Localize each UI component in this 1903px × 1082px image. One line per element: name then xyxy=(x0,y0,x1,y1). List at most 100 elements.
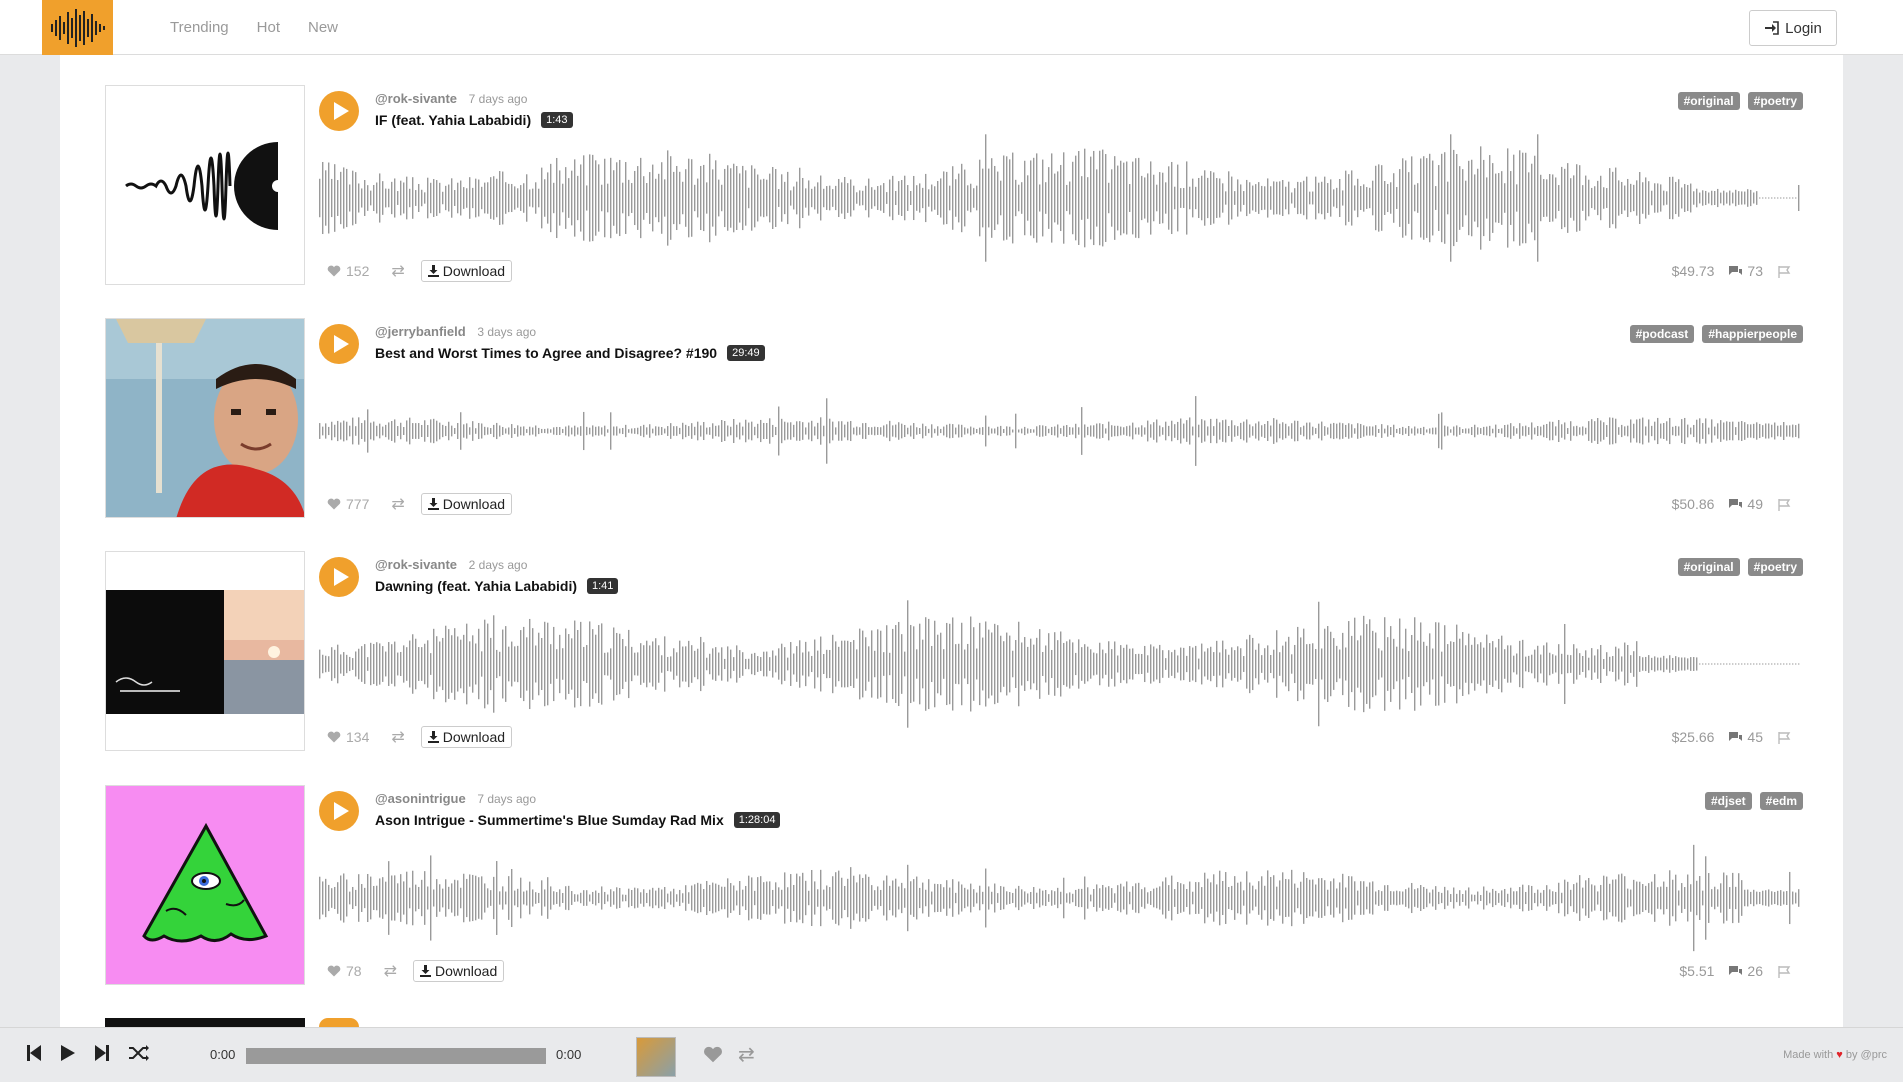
comments-icon xyxy=(1729,732,1743,741)
waveform[interactable] xyxy=(319,133,1803,263)
track-card-partial xyxy=(105,1018,1803,1027)
like-button[interactable]: 777 xyxy=(327,496,369,512)
track-card: @jerrybanfield 3 days ago Best and Worst… xyxy=(105,318,1803,518)
download-icon xyxy=(427,498,439,510)
track-actions: 134 ⇄ Download $25.66 45 xyxy=(319,725,1803,749)
tag-badge[interactable]: #podcast xyxy=(1629,325,1695,343)
track-stats: $25.66 45 xyxy=(1672,725,1791,749)
nav-trending[interactable]: Trending xyxy=(170,19,229,36)
play-button[interactable] xyxy=(319,324,359,364)
track-author[interactable]: @rok-sivante xyxy=(375,91,457,106)
track-tags: #original #poetry xyxy=(1677,92,1803,110)
download-button[interactable]: Download xyxy=(420,726,513,748)
download-icon xyxy=(427,731,439,743)
waveform-logo-icon xyxy=(50,8,105,47)
logo[interactable] xyxy=(42,0,113,55)
track-cover-image[interactable] xyxy=(105,318,305,518)
login-button[interactable]: Login xyxy=(1749,10,1837,46)
comments-button[interactable]: 49 xyxy=(1728,496,1763,512)
flag-icon[interactable] xyxy=(1777,498,1791,511)
waveform[interactable] xyxy=(319,833,1803,963)
comments-button[interactable]: 26 xyxy=(1728,963,1763,979)
progress-bar[interactable] xyxy=(246,1048,546,1064)
flag-icon[interactable] xyxy=(1777,965,1791,978)
next-track-icon[interactable] xyxy=(94,1044,110,1062)
waveform[interactable] xyxy=(319,599,1803,729)
repost-icon[interactable]: ⇄ xyxy=(384,961,397,981)
heart-icon xyxy=(327,265,341,277)
tag-badge[interactable]: #original xyxy=(1677,92,1740,110)
comment-count: 73 xyxy=(1747,263,1763,279)
tag-badge[interactable]: #edm xyxy=(1759,792,1803,810)
like-button[interactable]: 134 xyxy=(327,729,369,745)
payout-value: $5.51 xyxy=(1679,963,1715,979)
download-button[interactable]: Download xyxy=(420,493,513,515)
track-duration-badge: 29:49 xyxy=(727,345,765,361)
nav-hot[interactable]: Hot xyxy=(257,19,280,36)
repost-icon[interactable]: ⇄ xyxy=(391,261,404,281)
play-button[interactable] xyxy=(319,557,359,597)
tag-badge[interactable]: #poetry xyxy=(1747,92,1803,110)
top-navbar: Trending Hot New Login xyxy=(0,0,1903,55)
tag-badge[interactable]: #happierpeople xyxy=(1702,325,1803,343)
track-age: 7 days ago xyxy=(468,92,528,106)
tag-badge[interactable]: #djset xyxy=(1704,792,1752,810)
repost-icon[interactable]: ⇄ xyxy=(738,1042,755,1067)
track-title[interactable]: Best and Worst Times to Agree and Disagr… xyxy=(375,345,717,361)
track-title[interactable]: Ason Intrigue - Summertime's Blue Sumday… xyxy=(375,812,724,828)
track-cover-image[interactable] xyxy=(105,1018,305,1027)
play-button[interactable] xyxy=(319,91,359,131)
download-button[interactable]: Download xyxy=(412,960,505,982)
previous-track-icon[interactable] xyxy=(26,1044,42,1062)
nav-new[interactable]: New xyxy=(308,19,338,36)
comments-button[interactable]: 45 xyxy=(1728,729,1763,745)
track-author[interactable]: @jerrybanfield xyxy=(375,324,466,339)
tag-badge[interactable]: #poetry xyxy=(1747,558,1803,576)
heart-icon[interactable] xyxy=(703,1046,723,1063)
track-title-row: Dawning (feat. Yahia Lababidi) 1:41 xyxy=(375,578,619,594)
heart-icon xyxy=(327,965,341,977)
track-cover-image[interactable] xyxy=(105,85,305,285)
author-credit[interactable]: by @prc xyxy=(1846,1049,1887,1061)
like-button[interactable]: 152 xyxy=(327,263,369,279)
flag-icon[interactable] xyxy=(1777,731,1791,744)
now-playing-thumbnail[interactable] xyxy=(636,1037,676,1077)
like-count: 777 xyxy=(346,496,370,512)
waveform[interactable] xyxy=(319,366,1803,496)
total-time: 0:00 xyxy=(556,1047,582,1062)
repost-icon[interactable]: ⇄ xyxy=(391,494,404,514)
play-button[interactable] xyxy=(319,791,359,831)
shuffle-icon[interactable] xyxy=(128,1044,150,1062)
green-pyramid-eye-art xyxy=(106,786,304,984)
track-author[interactable]: @asonintrigue xyxy=(375,791,466,806)
download-button[interactable]: Download xyxy=(420,260,513,282)
flag-icon[interactable] xyxy=(1777,265,1791,278)
heart-icon xyxy=(327,731,341,743)
like-button[interactable]: 78 xyxy=(327,963,362,979)
repost-icon[interactable]: ⇄ xyxy=(391,727,404,747)
like-count: 78 xyxy=(346,963,362,979)
track-card: @rok-sivante 7 days ago IF (feat. Yahia … xyxy=(105,85,1803,285)
comments-icon xyxy=(1729,266,1743,275)
download-label: Download xyxy=(442,263,506,279)
track-stats: $5.51 26 xyxy=(1679,959,1791,983)
track-title[interactable]: Dawning (feat. Yahia Lababidi) xyxy=(375,578,577,594)
track-age: 3 days ago xyxy=(477,325,537,339)
payout-value: $50.86 xyxy=(1671,496,1715,512)
track-title[interactable]: IF (feat. Yahia Lababidi) xyxy=(375,112,531,128)
play-button[interactable] xyxy=(319,1018,359,1027)
vinyl-waveform-art xyxy=(106,86,304,284)
tag-badge[interactable]: #original xyxy=(1677,558,1740,576)
audio-player-bar: 0:00 0:00 ⇄ Made with ♥ by @prc xyxy=(0,1027,1903,1082)
track-cover-image[interactable] xyxy=(105,785,305,985)
track-author[interactable]: @rok-sivante xyxy=(375,557,457,572)
track-age: 7 days ago xyxy=(477,792,537,806)
play-icon[interactable] xyxy=(60,1044,76,1062)
comments-button[interactable]: 73 xyxy=(1728,263,1763,279)
payout-value: $49.73 xyxy=(1671,263,1715,279)
track-actions: 152 ⇄ Download $49.73 73 xyxy=(319,259,1803,283)
track-meta: @rok-sivante 2 days ago xyxy=(375,557,527,572)
track-cover-image[interactable] xyxy=(105,551,305,751)
track-tags: #podcast #happierpeople xyxy=(1629,325,1803,343)
track-meta: @rok-sivante 7 days ago xyxy=(375,91,527,106)
